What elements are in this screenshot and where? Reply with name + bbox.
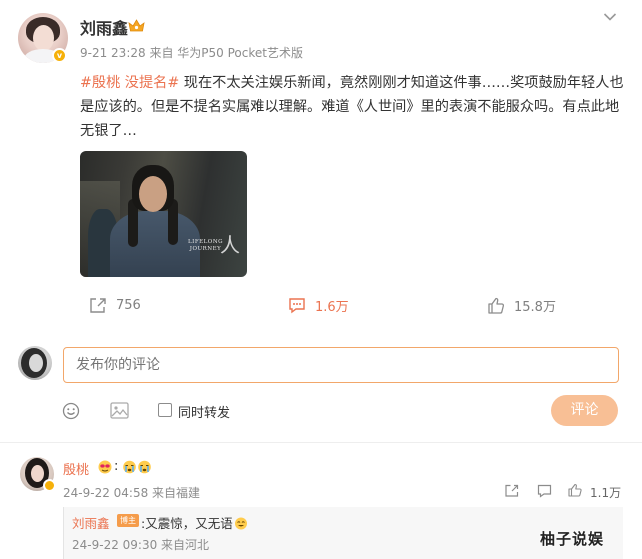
hashtag-link[interactable]: #殷桃 没提名#: [80, 75, 179, 91]
comment-count: 1.6万: [315, 299, 349, 315]
blogger-badge: 博主: [117, 514, 139, 527]
comment-text: :: [114, 459, 119, 474]
post-body: #殷桃 没提名# 现在不太关注娱乐新闻，竟然刚刚才知道这件事……奖项鼓励年轻人也…: [80, 71, 625, 143]
submit-comment-button[interactable]: 评论: [551, 395, 618, 426]
comment-input[interactable]: [63, 347, 619, 383]
crown-icon: [128, 19, 145, 32]
share-count: 756: [116, 297, 141, 313]
like-icon[interactable]: [568, 483, 582, 497]
verified-badge-icon: v: [52, 48, 67, 63]
comment-meta: 24-9-22 04:58 来自福建: [63, 486, 201, 500]
repost-label: 同时转发: [178, 406, 231, 421]
verified-badge-icon: [43, 479, 56, 492]
post-meta: 9-21 23:28 来自 华为P50 Pocket艺术版: [80, 46, 303, 60]
chevron-down-icon[interactable]: [603, 12, 617, 22]
repost-checkbox[interactable]: [158, 403, 172, 417]
comment-button[interactable]: 1.6万: [288, 296, 349, 315]
reply-meta: 24-9-22 09:30 来自河北: [72, 538, 210, 552]
like-button[interactable]: 15.8万: [487, 296, 556, 315]
smile-emoji-icon: [234, 517, 247, 530]
comment-icon: [289, 297, 305, 313]
reply-author[interactable]: 刘雨鑫: [72, 513, 110, 532]
comment-icon[interactable]: [537, 484, 552, 498]
share-icon: [90, 297, 106, 313]
share-icon[interactable]: [505, 484, 519, 497]
face-emoji-icon: [98, 460, 112, 474]
commenter-name[interactable]: 殷桃: [63, 459, 89, 478]
image-title-char: 人: [220, 233, 240, 257]
post-image[interactable]: LIFELONG JOURNEY 人: [80, 151, 247, 277]
emoji-icon[interactable]: [62, 402, 80, 420]
watermark: 柚子说娱: [540, 530, 605, 548]
divider: [0, 442, 642, 443]
crying-emoji-icon: [123, 460, 136, 474]
current-user-avatar[interactable]: [18, 346, 52, 380]
image-icon[interactable]: [110, 402, 129, 419]
comment-like-count: 1.1万: [590, 486, 622, 500]
like-icon: [488, 297, 505, 314]
reply-text: :又震惊，又无语: [141, 513, 248, 532]
like-count: 15.8万: [514, 299, 556, 315]
crying-emoji-icon: [138, 460, 151, 474]
author-name[interactable]: 刘雨鑫: [80, 15, 128, 39]
image-caption: LIFELONG JOURNEY: [188, 239, 224, 252]
share-button[interactable]: 756: [89, 296, 141, 314]
